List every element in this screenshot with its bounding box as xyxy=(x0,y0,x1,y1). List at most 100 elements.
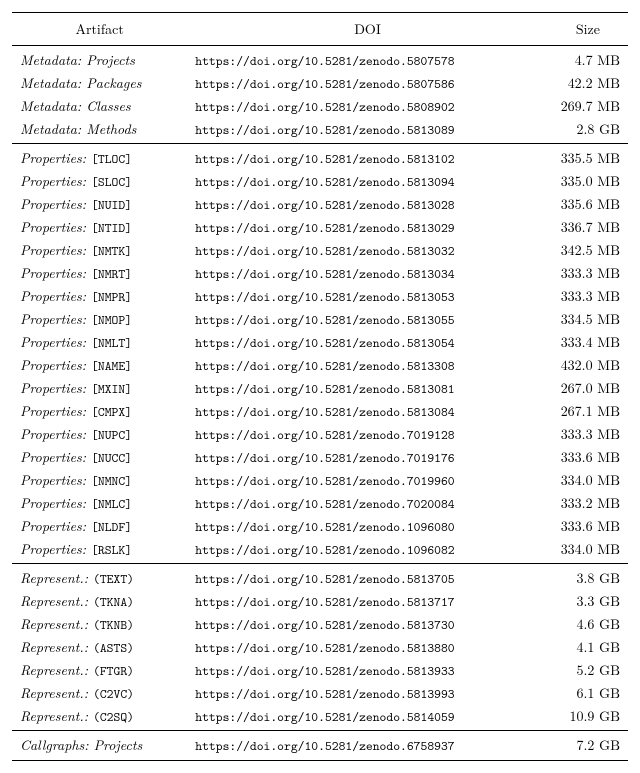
artifact-prefix: Properties: xyxy=(20,401,91,421)
artifact-cell: Properties: [NMPR] xyxy=(12,285,187,308)
doi-cell: https://doi.org/10.5281/zenodo.5813084 xyxy=(187,400,548,423)
size-cell: 333.4 MB xyxy=(548,331,628,354)
artifact-prefix: Properties: xyxy=(20,470,91,490)
size-cell: 335.0 MB xyxy=(548,170,628,193)
artifact-label: [NMNC] xyxy=(91,473,132,490)
doi-cell: https://doi.org/10.5281/zenodo.5808902 xyxy=(187,95,548,118)
col-header-size: Size xyxy=(548,13,628,46)
doi-cell: https://doi.org/10.5281/zenodo.5807586 xyxy=(187,72,548,95)
size-cell: 10.9 GB xyxy=(548,705,628,731)
artifact-prefix: Properties: xyxy=(20,148,91,168)
size-cell: 334.0 MB xyxy=(548,538,628,564)
doi-cell: https://doi.org/10.5281/zenodo.5807578 xyxy=(187,46,548,72)
artifact-prefix: Represent.: xyxy=(20,614,93,634)
artifact-label: [NMTK] xyxy=(91,243,132,260)
artifact-prefix: Properties: xyxy=(20,332,91,352)
artifact-label: [NMLC] xyxy=(91,496,132,513)
artifact-prefix: Properties: xyxy=(20,194,91,214)
artifact-label: [CMPX] xyxy=(91,404,132,421)
artifact-prefix: Properties: xyxy=(20,217,91,237)
artifact-prefix: Metadata: xyxy=(20,119,86,139)
artifact-label: (C2VC) xyxy=(93,686,134,703)
doi-cell: https://doi.org/10.5281/zenodo.5813029 xyxy=(187,216,548,239)
artifact-cell: Properties: [NMRT] xyxy=(12,262,187,285)
artifact-label: [SLOC] xyxy=(91,174,132,191)
table-row: Properties: [NMNC]https://doi.org/10.528… xyxy=(12,469,628,492)
artifact-cell: Properties: [NMLT] xyxy=(12,331,187,354)
artifact-cell: Represent.: (C2VC) xyxy=(12,682,187,705)
table-row: Metadata: Methodshttps://doi.org/10.5281… xyxy=(12,118,628,144)
artifact-cell: Properties: [NMNC] xyxy=(12,469,187,492)
artifact-label: Packages xyxy=(86,73,141,93)
table-row: Properties: [NMOP]https://doi.org/10.528… xyxy=(12,308,628,331)
size-cell: 267.1 MB xyxy=(548,400,628,423)
artifact-label: (TEXT) xyxy=(93,571,134,588)
doi-cell: https://doi.org/10.5281/zenodo.5813094 xyxy=(187,170,548,193)
artifact-cell: Represent.: (C2SQ) xyxy=(12,705,187,731)
size-cell: 2.8 GB xyxy=(548,118,628,144)
doi-cell: https://doi.org/10.5281/zenodo.5813053 xyxy=(187,285,548,308)
size-cell: 333.2 MB xyxy=(548,492,628,515)
doi-cell: https://doi.org/10.5281/zenodo.1096080 xyxy=(187,515,548,538)
table-row: Properties: [NAME]https://doi.org/10.528… xyxy=(12,354,628,377)
artifact-label: [NUID] xyxy=(91,197,132,214)
artifact-label: Projects xyxy=(86,50,135,70)
artifact-label: [NMPR] xyxy=(91,289,132,306)
artifact-cell: Represent.: (TEXT) xyxy=(12,564,187,590)
size-cell: 335.5 MB xyxy=(548,144,628,170)
table-row: Metadata: Projects https://doi.org/10.528… xyxy=(12,46,628,72)
doi-cell: https://doi.org/10.5281/zenodo.5813880 xyxy=(187,636,548,659)
artifact-prefix: Represent.: xyxy=(20,660,93,680)
artifact-prefix: Properties: xyxy=(20,263,91,283)
artifact-prefix: Properties: xyxy=(20,424,91,444)
doi-cell: https://doi.org/10.5281/zenodo.5813308 xyxy=(187,354,548,377)
size-cell: 42.2 MB xyxy=(548,72,628,95)
doi-cell: https://doi.org/10.5281/zenodo.5814059 xyxy=(187,705,548,731)
table-row: Properties: [NUID]https://doi.org/10.528… xyxy=(12,193,628,216)
size-cell: 432.0 MB xyxy=(548,354,628,377)
artifact-prefix: Properties: xyxy=(20,171,91,191)
artifact-label: [NMLT] xyxy=(91,335,132,352)
artifact-cell: Properties: [NUID] xyxy=(12,193,187,216)
doi-cell: https://doi.org/10.5281/zenodo.5813717 xyxy=(187,590,548,613)
artifact-cell: Represent.: (ASTS) xyxy=(12,636,187,659)
artifact-label: (ASTS) xyxy=(93,640,134,657)
doi-cell: https://doi.org/10.5281/zenodo.5813081 xyxy=(187,377,548,400)
artifact-prefix: Metadata: xyxy=(20,50,86,70)
size-cell: 4.6 GB xyxy=(548,613,628,636)
doi-cell: https://doi.org/10.5281/zenodo.1096082 xyxy=(187,538,548,564)
doi-cell: https://doi.org/10.5281/zenodo.5813993 xyxy=(187,682,548,705)
table-row: Represent.: (C2VC)https://doi.org/10.528… xyxy=(12,682,628,705)
artifact-label: [NTID] xyxy=(91,220,132,237)
size-cell: 334.5 MB xyxy=(548,308,628,331)
table-row: Metadata: Classeshttps://doi.org/10.5281… xyxy=(12,95,628,118)
size-cell: 333.3 MB xyxy=(548,423,628,446)
artifact-cell: Properties: [CMPX] xyxy=(12,400,187,423)
doi-cell: https://doi.org/10.5281/zenodo.5813034 xyxy=(187,262,548,285)
artifact-cell: Callgraphs: Projects xyxy=(12,731,187,761)
table-row: Properties: [SLOC] https://doi.org/10.528… xyxy=(12,170,628,193)
artifact-cell: Properties: [NUPC] xyxy=(12,423,187,446)
artifact-cell: Properties: [MXIN] xyxy=(12,377,187,400)
table-row: Properties: [NMRT]https://doi.org/10.528… xyxy=(12,262,628,285)
table-row: Represent.: (FTGR)https://doi.org/10.528… xyxy=(12,659,628,682)
artifact-cell: Metadata: Packages xyxy=(12,72,187,95)
artifact-prefix: Properties: xyxy=(20,286,91,306)
doi-cell: https://doi.org/10.5281/zenodo.5813730 xyxy=(187,613,548,636)
table-row: Properties: [CMPX]https://doi.org/10.528… xyxy=(12,400,628,423)
artifact-label: (FTGR) xyxy=(93,663,134,680)
artifact-prefix: Properties: xyxy=(20,539,91,559)
size-cell: 5.2 GB xyxy=(548,659,628,682)
artifact-cell: Properties: [RSLK] xyxy=(12,538,187,564)
artifact-prefix: Represent.: xyxy=(20,568,93,588)
size-cell: 7.2 GB xyxy=(548,731,628,761)
artifact-label: Classes xyxy=(86,96,130,116)
table-row: Properties: [NUPC]https://doi.org/10.528… xyxy=(12,423,628,446)
table-row: Represent.: (TKNB)https://doi.org/10.528… xyxy=(12,613,628,636)
artifact-label: [NMRT] xyxy=(91,266,132,283)
artifact-label: [TLOC] xyxy=(91,151,132,168)
doi-cell: https://doi.org/10.5281/zenodo.6758937 xyxy=(187,731,548,761)
col-header-artifact: Artifact xyxy=(12,13,187,46)
artifact-prefix: Metadata: xyxy=(20,73,86,93)
artifact-label: [NLDF] xyxy=(91,519,132,536)
